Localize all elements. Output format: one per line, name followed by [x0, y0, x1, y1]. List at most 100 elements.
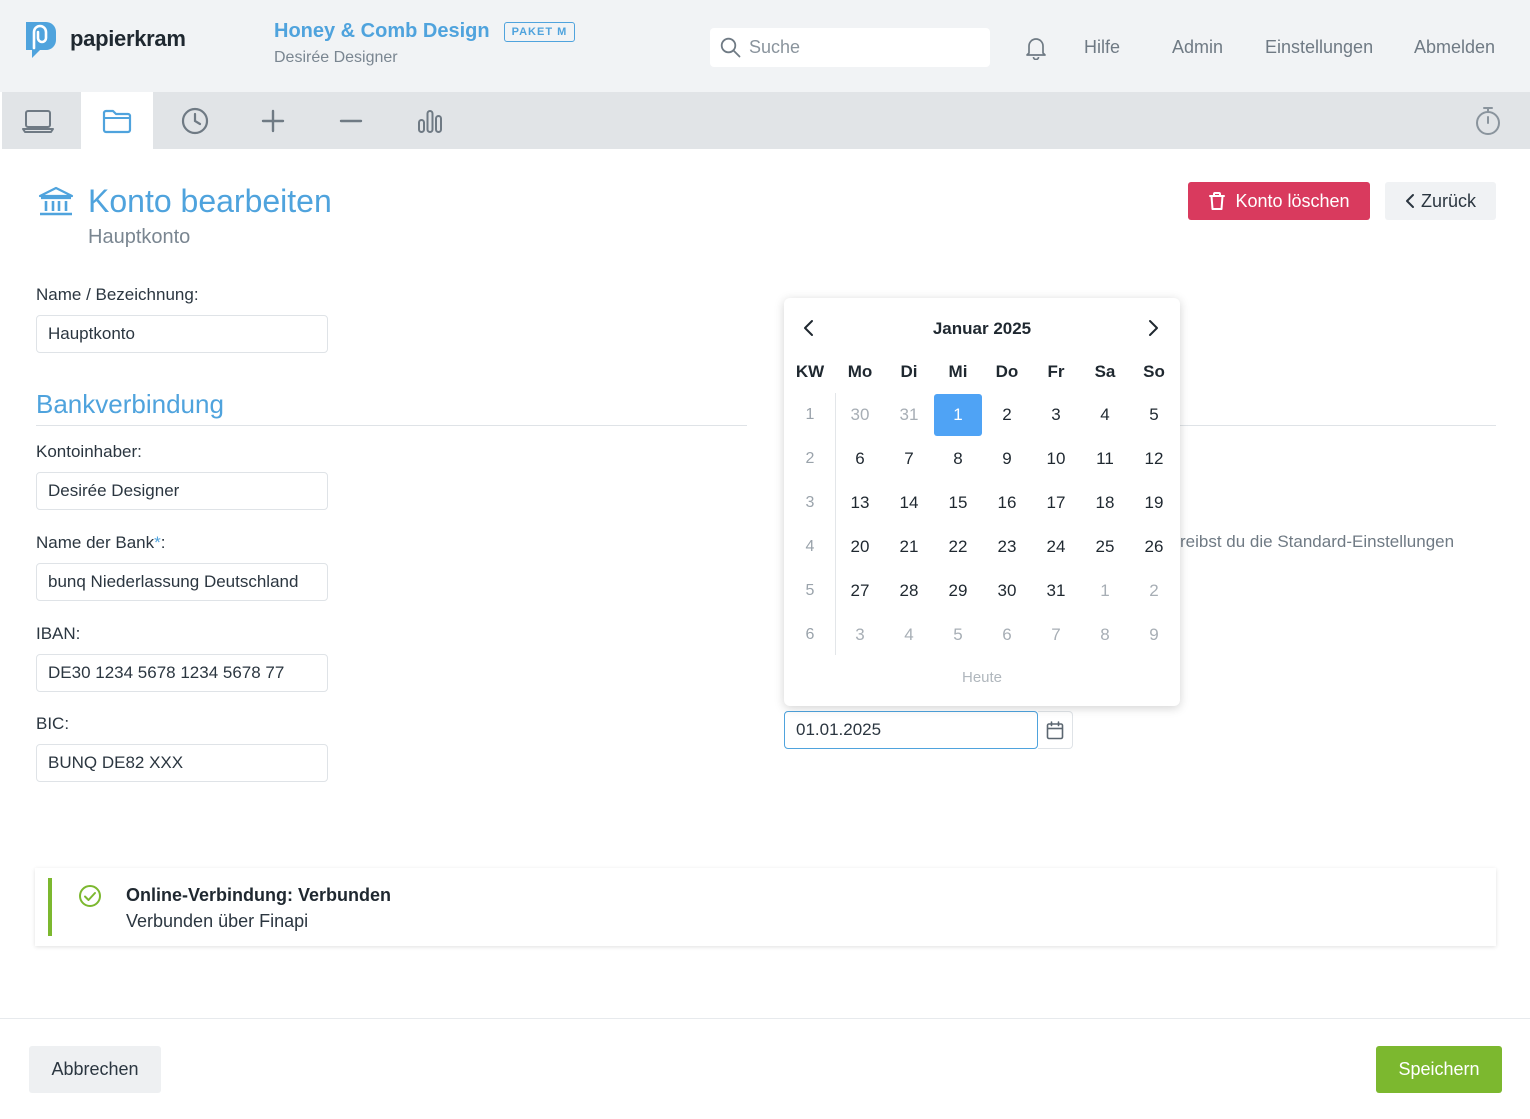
calendar-day[interactable]: 30	[983, 570, 1031, 612]
calendar-day[interactable]: 28	[885, 570, 933, 612]
calendar-day[interactable]: 5	[1130, 394, 1178, 436]
calendar-day[interactable]: 8	[1081, 614, 1129, 656]
calendar-day[interactable]: 9	[983, 438, 1031, 480]
current-user: Desirée Designer	[274, 49, 398, 66]
calendar-day[interactable]: 2	[983, 394, 1031, 436]
calendar-day[interactable]: 24	[1032, 526, 1080, 568]
calendar-day[interactable]: 27	[836, 570, 884, 612]
section-title-bank: Bankverbindung	[36, 389, 224, 419]
calendar-day[interactable]: 30	[836, 394, 884, 436]
tool-documents[interactable]	[81, 92, 153, 149]
calendar-day[interactable]: 15	[934, 482, 982, 524]
iban-field[interactable]	[36, 654, 328, 692]
nav-admin[interactable]: Admin	[1172, 37, 1223, 58]
nav-logout[interactable]: Abmelden	[1414, 37, 1495, 58]
calendar-day[interactable]: 4	[1081, 394, 1129, 436]
trash-icon	[1209, 192, 1226, 210]
calendar-day[interactable]: 3	[836, 614, 884, 656]
folder-icon	[102, 109, 132, 133]
calendar-day[interactable]: 26	[1130, 526, 1178, 568]
bic-field[interactable]	[36, 744, 328, 782]
nav-help[interactable]: Hilfe	[1084, 37, 1120, 58]
calendar-day[interactable]: 18	[1081, 482, 1129, 524]
cancel-button[interactable]: Abbrechen	[29, 1046, 161, 1093]
calendar-day-selected[interactable]: 1	[934, 394, 982, 436]
chevron-left-icon	[1405, 194, 1414, 208]
holder-field[interactable]	[36, 472, 328, 510]
calendar-month-title: Januar 2025	[932, 319, 1032, 338]
search-input[interactable]	[749, 37, 979, 58]
calendar-day[interactable]: 16	[983, 482, 1031, 524]
calendar-day[interactable]: 22	[934, 526, 982, 568]
nav-settings[interactable]: Einstellungen	[1265, 37, 1373, 58]
bank-name-label-suffix: :	[160, 533, 166, 552]
calendar-day[interactable]: 25	[1081, 526, 1129, 568]
company-name[interactable]: Honey & Comb Design	[274, 20, 490, 43]
calendar-day[interactable]: 8	[934, 438, 982, 480]
calendar-week-number: 3	[805, 494, 815, 511]
chevron-right-icon[interactable]	[1146, 318, 1160, 338]
calendar-day[interactable]: 29	[934, 570, 982, 612]
search-box[interactable]	[710, 28, 990, 67]
bell-icon[interactable]	[1025, 36, 1047, 60]
calendar-day[interactable]: 23	[983, 526, 1031, 568]
calendar-day[interactable]: 31	[885, 394, 933, 436]
start-date-input[interactable]	[784, 711, 1038, 749]
today-button[interactable]: Heute	[784, 669, 1180, 686]
calendar-week-number: 1	[805, 406, 815, 423]
tool-reports[interactable]	[394, 92, 466, 149]
bank-icon	[38, 186, 74, 216]
tool-income[interactable]	[237, 92, 309, 149]
calendar-day[interactable]: 6	[836, 438, 884, 480]
date-picker-button[interactable]	[1038, 711, 1073, 749]
save-button[interactable]: Speichern	[1376, 1046, 1502, 1093]
delete-account-button[interactable]: Konto löschen	[1188, 182, 1370, 220]
calendar-day[interactable]: 21	[885, 526, 933, 568]
bank-name-field[interactable]	[36, 563, 328, 601]
calendar-day[interactable]: 2	[1130, 570, 1178, 612]
calendar-day[interactable]: 6	[983, 614, 1031, 656]
calendar-day[interactable]: 1	[1081, 570, 1129, 612]
name-field[interactable]	[36, 315, 328, 353]
tool-expenses[interactable]	[315, 92, 387, 149]
calendar-day[interactable]: 31	[1032, 570, 1080, 612]
calendar-day[interactable]: 17	[1032, 482, 1080, 524]
status-subtitle: Verbunden über Finapi	[126, 911, 309, 931]
calendar-day[interactable]: 3	[1032, 394, 1080, 436]
calendar-day[interactable]: 13	[836, 482, 884, 524]
tool-timer[interactable]	[1452, 92, 1524, 149]
name-label: Name / Bezeichnung:	[36, 285, 199, 304]
calendar-day[interactable]: 19	[1130, 482, 1178, 524]
calendar-day[interactable]: 12	[1130, 438, 1178, 480]
calendar-day[interactable]: 14	[885, 482, 933, 524]
calendar-weekday-header: Sa	[1094, 362, 1116, 381]
calendar-weekday-header: Do	[995, 362, 1019, 381]
bank-name-label-text: Name der Bank	[36, 533, 155, 552]
tool-dashboard[interactable]	[2, 92, 74, 149]
calendar-day[interactable]: 20	[836, 526, 884, 568]
calendar-weekday-header: Mo	[847, 362, 873, 381]
page-title: Konto bearbeiten	[88, 183, 332, 219]
calendar-week-divider	[835, 393, 836, 655]
section-divider	[36, 425, 747, 426]
iban-label: IBAN:	[36, 624, 81, 643]
back-button[interactable]: Zurück	[1385, 182, 1496, 220]
status-accent-bar	[48, 878, 52, 936]
calendar-day[interactable]: 4	[885, 614, 933, 656]
bic-label: BIC:	[36, 714, 70, 733]
logo-text: papierkram	[70, 26, 186, 51]
calendar-day[interactable]: 5	[934, 614, 982, 656]
calendar-weekday-header: Fr	[1047, 362, 1065, 381]
logo[interactable]: papierkram	[20, 18, 186, 60]
section-divider-right	[1180, 425, 1496, 426]
calendar-day[interactable]: 7	[1032, 614, 1080, 656]
date-picker-popup: Januar 2025 KW Mo Di Mi Do Fr Sa So 1 30 31 1 2 3 4 5 2 6…	[784, 298, 1180, 706]
calendar-day[interactable]: 7	[885, 438, 933, 480]
page-subtitle: Hauptkonto	[88, 226, 191, 248]
tool-time-tracking[interactable]	[159, 92, 231, 149]
calendar-day[interactable]: 10	[1032, 438, 1080, 480]
company-switcher[interactable]: Honey & Comb Design PAKET M Desirée Desi…	[274, 20, 576, 67]
calendar-day[interactable]: 9	[1130, 614, 1178, 656]
calendar-day[interactable]: 11	[1081, 438, 1129, 480]
plan-badge: PAKET M	[503, 21, 576, 42]
